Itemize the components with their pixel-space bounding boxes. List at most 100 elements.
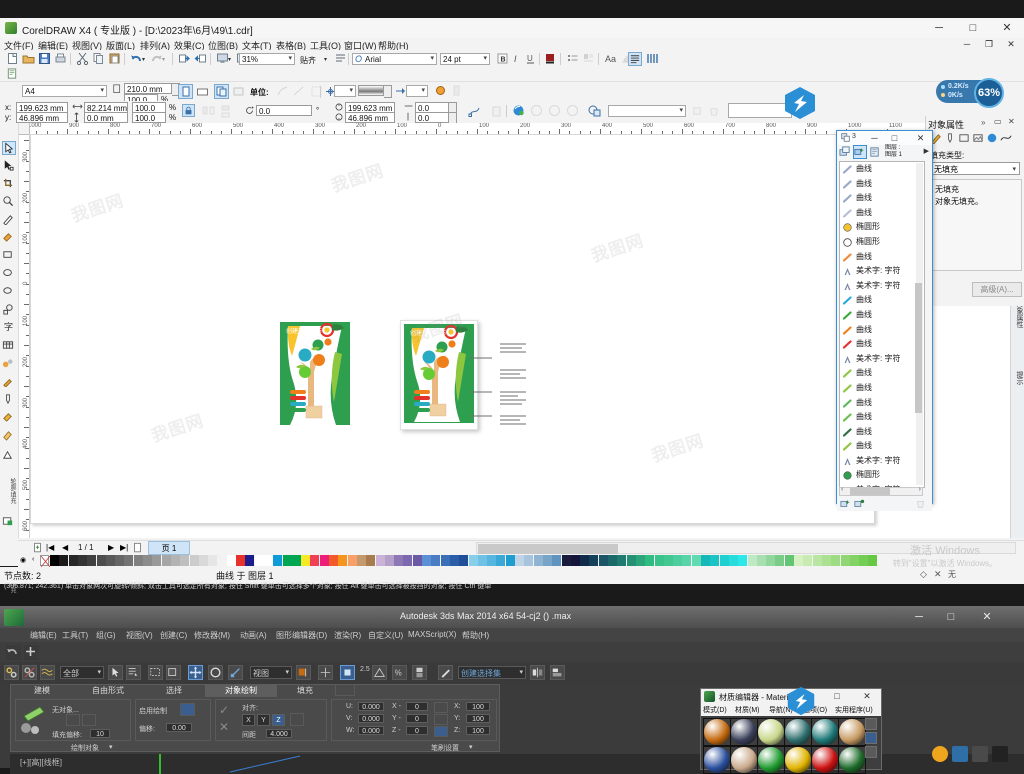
table-tool-icon[interactable] (2, 339, 16, 353)
angle-snap-icon[interactable] (372, 665, 387, 680)
poster-artwork-1[interactable]: 创建文明城市 (280, 322, 355, 432)
edit-named-sets-icon[interactable] (438, 665, 453, 680)
poster-artwork-2[interactable]: 创建文明城市 (402, 322, 477, 426)
max-menu-grapheditor[interactable]: 图形编辑器(D) (276, 630, 327, 641)
object-manager-item[interactable]: 曲线 (840, 323, 924, 338)
object-manager-item[interactable]: 美术字: 字符 (840, 454, 924, 469)
mat-menu-material[interactable]: 材质(M) (735, 705, 760, 715)
paste-icon[interactable] (108, 52, 121, 65)
color-palette[interactable]: ◉ ‹ (18, 555, 1024, 568)
center-y-field[interactable]: 46.896 mm (345, 112, 395, 123)
pick-object-icon[interactable] (66, 714, 80, 726)
bind-space-warp-icon[interactable] (40, 665, 55, 680)
copy-properties-icon[interactable] (588, 104, 601, 117)
print-icon[interactable] (54, 52, 67, 65)
freehand-tool-icon[interactable] (2, 213, 16, 227)
objmgr-vertical-scrollbar[interactable] (915, 163, 923, 485)
material-slot[interactable] (838, 718, 866, 746)
selection-filter-combo[interactable]: 全部 ▾ (60, 666, 104, 679)
spinner-snap-icon[interactable] (412, 665, 427, 680)
objmgr-horizontal-scrollbar[interactable]: ‹ › (839, 486, 923, 496)
object-manager-item[interactable]: 曲线 (840, 293, 924, 308)
prev-page-icon[interactable]: ◀ (62, 543, 68, 552)
smart-fill-tool-icon[interactable] (2, 231, 16, 245)
advanced-button[interactable]: 高级(A)... (972, 282, 1022, 297)
rect-select-icon[interactable] (148, 665, 163, 680)
tray-app1-icon[interactable] (952, 746, 968, 762)
object-manager-item[interactable]: 曲线 (840, 250, 924, 265)
new-master-layer-icon[interactable] (869, 146, 882, 159)
underline-icon[interactable]: U (524, 52, 537, 65)
add-page-icon[interactable] (32, 542, 45, 555)
use-center-icon[interactable] (318, 665, 333, 680)
tray-sun-icon[interactable] (932, 746, 948, 762)
convert-outline-icon[interactable] (434, 84, 447, 97)
fill-offset-field[interactable]: 10 (90, 729, 110, 738)
confirm-icon[interactable]: ✓ (219, 703, 229, 717)
object-manager-item[interactable]: 曲线 (840, 396, 924, 411)
line-style-combo[interactable] (406, 85, 428, 97)
landscape-orientation-icon[interactable] (196, 85, 209, 98)
outline-width-spinner[interactable] (384, 85, 392, 98)
pattern-fill-icon[interactable] (548, 104, 561, 117)
material-slot[interactable] (703, 718, 731, 746)
brush-settings-dropdown-icon[interactable]: ▾ (469, 743, 473, 751)
fill-tool-icon[interactable] (2, 411, 16, 425)
max-menu-maxscript[interactable]: MAXScript(X) (408, 630, 456, 639)
max-close-button[interactable]: ✕ (972, 606, 1002, 628)
corel-close-button[interactable]: ✕ (990, 18, 1024, 38)
scale-lock-icon[interactable] (434, 702, 448, 713)
first-page-icon[interactable]: |◀ (46, 543, 54, 552)
align-z-button[interactable]: Z (272, 714, 285, 726)
ribbon-tab-object-paint[interactable]: 对象绘制 (205, 685, 277, 697)
select-by-name-icon[interactable] (126, 665, 141, 680)
color-swatch-icon[interactable] (2, 515, 16, 529)
rot-z-field[interactable]: 0 (406, 726, 428, 735)
columns-icon[interactable] (646, 52, 659, 65)
select-move-icon[interactable] (188, 665, 203, 680)
blend-tool-icon[interactable] (2, 357, 16, 371)
texture-fill-icon[interactable] (566, 104, 579, 117)
rectangle-tab-icon[interactable] (958, 132, 971, 145)
object-manager-item[interactable]: 椭圆形 (840, 220, 924, 235)
new-icon[interactable] (6, 52, 19, 65)
material-slot[interactable] (730, 718, 758, 746)
link-icon[interactable] (4, 665, 19, 680)
window-crossing-icon[interactable] (166, 665, 181, 680)
object-manager-item[interactable]: 曲线 (840, 410, 924, 425)
palette-scroll-left-icon[interactable]: ‹ (32, 556, 34, 563)
docker-close-icon[interactable]: ✕ (1008, 117, 1015, 126)
rectangle-tool-icon[interactable] (2, 249, 16, 263)
objmgr-scroll-thumb[interactable] (915, 283, 922, 413)
u-field[interactable]: 0.000 (358, 702, 384, 711)
export-icon[interactable] (194, 52, 207, 65)
rot-y-field[interactable]: 0 (406, 714, 428, 723)
bring-front-icon[interactable] (692, 105, 705, 118)
object-manager-item[interactable]: 曲线 (840, 366, 924, 381)
portrait-orientation-icon[interactable] (178, 84, 193, 99)
scale-v-field[interactable]: 100.0 (132, 112, 166, 123)
scale-random-icon[interactable] (434, 714, 448, 725)
max-menu-views[interactable]: 视图(V) (126, 630, 153, 641)
cancel-icon[interactable]: ✕ (219, 720, 229, 734)
mirror-horizontal-icon[interactable] (202, 105, 215, 118)
fill-type-select[interactable]: 无填充 ▾ (930, 162, 1020, 175)
object-manager-item[interactable]: 曲线 (840, 337, 924, 352)
pick-tool-icon[interactable] (2, 141, 16, 155)
ribbon-tab-modeling[interactable]: 建模 (13, 685, 71, 697)
scale-uniform-icon[interactable] (434, 726, 448, 737)
object-manager-item[interactable]: 曲线 (840, 162, 924, 177)
object-manager-item[interactable]: 曲线 (840, 191, 924, 206)
pivot-icon[interactable] (296, 665, 311, 680)
select-object-icon[interactable] (108, 665, 123, 680)
max-menu-modifiers[interactable]: 修改器(M) (194, 630, 230, 641)
color-swatch[interactable] (868, 555, 879, 566)
material-slot[interactable] (784, 746, 812, 774)
ellipse-tool-icon[interactable] (2, 267, 16, 281)
nudge-increase-icon[interactable] (292, 85, 305, 98)
ref-coord-combo[interactable]: 视图 ▾ (250, 666, 292, 679)
w-field[interactable]: 0.000 (358, 726, 384, 735)
object-manager-list[interactable]: 曲线 曲线 曲线 曲线 椭圆形 椭圆形 曲线 美术字: 字符 美术字: 字符 曲… (839, 161, 925, 488)
curve-tab-icon[interactable] (1000, 132, 1013, 145)
y-position-field[interactable]: 46.896 mm (16, 112, 68, 123)
